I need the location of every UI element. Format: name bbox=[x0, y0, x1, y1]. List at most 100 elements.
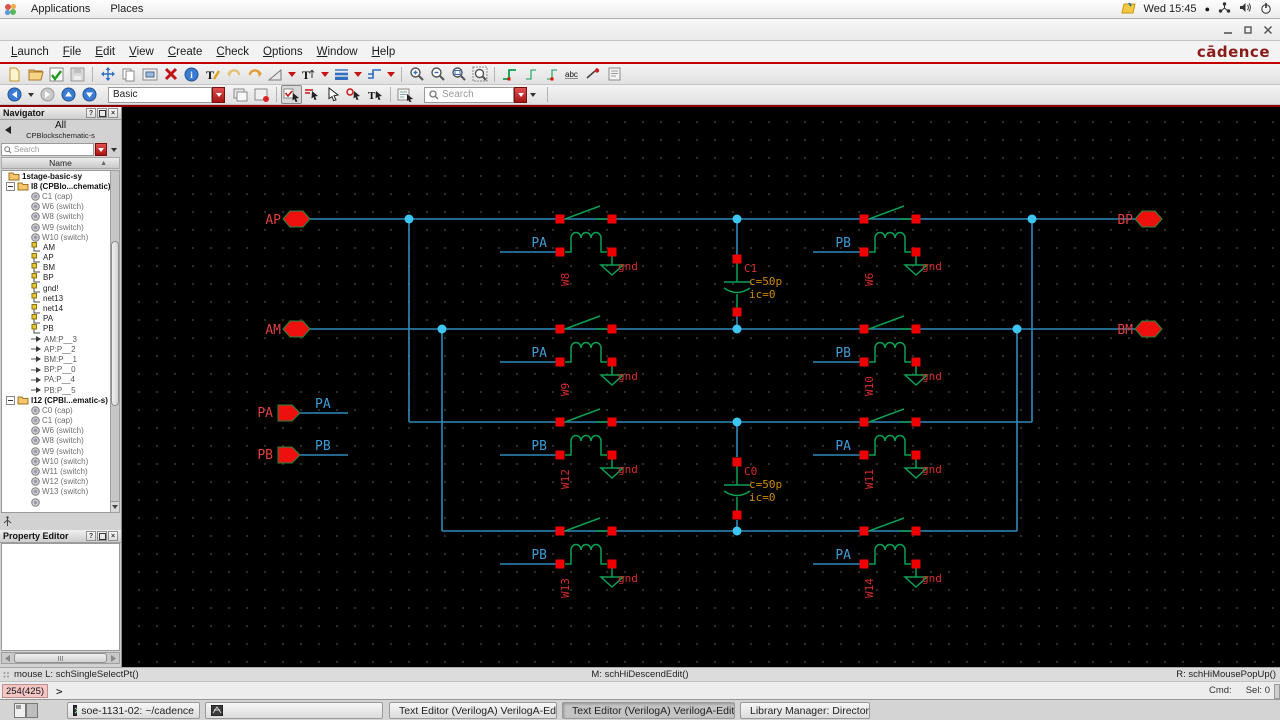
port-AP[interactable]: AP bbox=[265, 210, 311, 228]
probe-select-icon[interactable] bbox=[344, 85, 365, 104]
tree-item[interactable]: BM:P__1 bbox=[2, 354, 110, 364]
tree-item[interactable]: C0 (cap) bbox=[2, 405, 110, 415]
text-style-icon[interactable]: T bbox=[298, 65, 319, 84]
create-note-icon[interactable] bbox=[604, 65, 625, 84]
tree-item[interactable]: PB bbox=[2, 323, 110, 334]
tree-item[interactable]: C1 (cap) bbox=[2, 191, 110, 201]
tree-item[interactable]: W12 (switch) bbox=[2, 477, 110, 487]
network-icon[interactable] bbox=[1218, 2, 1231, 16]
create-label-icon[interactable]: abc bbox=[562, 65, 583, 84]
expander-icon[interactable] bbox=[6, 395, 15, 405]
query-form-icon[interactable] bbox=[395, 85, 416, 104]
tree-item[interactable]: net14 bbox=[2, 303, 110, 314]
tree-item[interactable]: W9 (switch) bbox=[2, 446, 110, 456]
port-PA-input[interactable]: PA PA bbox=[257, 397, 331, 422]
tree-item[interactable]: W8 (switch) bbox=[2, 212, 110, 222]
tree-item[interactable]: AM bbox=[2, 242, 110, 252]
point-select-icon[interactable] bbox=[323, 85, 344, 104]
tree-item[interactable]: 1stage-basic-sy bbox=[2, 171, 110, 181]
tree-item[interactable]: PB:P__5 bbox=[2, 385, 110, 395]
tree-item[interactable] bbox=[2, 497, 110, 507]
create-pin-icon[interactable] bbox=[583, 65, 604, 84]
stretch-icon[interactable] bbox=[97, 65, 118, 84]
tree-item[interactable]: PA bbox=[2, 313, 110, 324]
text-style-dropdown-icon[interactable] bbox=[321, 71, 329, 77]
create-bus-icon[interactable] bbox=[541, 65, 562, 84]
clock[interactable]: Wed 15:45 bbox=[1144, 3, 1197, 15]
tree-item[interactable]: W6 (switch) bbox=[2, 426, 110, 436]
search-options-dropdown-icon[interactable] bbox=[530, 92, 536, 97]
down-hierarchy-icon[interactable] bbox=[79, 85, 100, 104]
scroll-down-icon[interactable] bbox=[111, 501, 119, 512]
copy-icon[interactable] bbox=[118, 65, 139, 84]
angle-dropdown-icon[interactable] bbox=[288, 71, 296, 77]
taskbar-window-library-manager[interactable]: Library Manager: Directory ...rt/hom... bbox=[740, 702, 870, 719]
menu-create[interactable]: Create bbox=[161, 46, 210, 58]
zoom-fit-icon[interactable] bbox=[469, 65, 490, 84]
check-save-icon[interactable] bbox=[46, 65, 67, 84]
property-editor-header[interactable]: Property Editor ? × bbox=[0, 530, 121, 543]
partial-select-icon[interactable] bbox=[302, 85, 323, 104]
float-icon[interactable] bbox=[97, 531, 107, 541]
tree-item[interactable]: I12 (CPBl...ematic-s) bbox=[2, 395, 110, 405]
power-icon[interactable] bbox=[1260, 2, 1272, 17]
create-instance-icon[interactable] bbox=[139, 65, 160, 84]
maximize-icon[interactable] bbox=[1242, 24, 1254, 36]
tree-item[interactable]: BP bbox=[2, 272, 110, 283]
port-AM[interactable]: AM bbox=[265, 320, 311, 338]
tree-item[interactable]: W10 (switch) bbox=[2, 456, 110, 466]
redo-icon[interactable] bbox=[244, 65, 265, 84]
route-style-icon[interactable] bbox=[364, 65, 385, 84]
navigator-filter-dropdown-icon[interactable] bbox=[111, 147, 117, 152]
float-icon[interactable] bbox=[97, 108, 107, 118]
menu-window[interactable]: Window bbox=[310, 46, 365, 58]
menu-launch[interactable]: Launch bbox=[4, 46, 56, 58]
view-mode-select[interactable]: Basic bbox=[108, 86, 212, 103]
command-prompt[interactable]: > bbox=[56, 685, 63, 698]
new-cellview-icon[interactable] bbox=[4, 65, 25, 84]
help-icon[interactable]: ? bbox=[86, 108, 96, 118]
back-dropdown-icon[interactable] bbox=[28, 92, 34, 97]
help-icon[interactable]: ? bbox=[86, 531, 96, 541]
tree-item[interactable]: AM:P__3 bbox=[2, 334, 110, 344]
wire-width-dropdown-icon[interactable] bbox=[354, 71, 362, 77]
tree-item[interactable]: C1 (cap) bbox=[2, 416, 110, 426]
hscrollbar-thumb[interactable] bbox=[14, 653, 107, 663]
minimize-icon[interactable] bbox=[1222, 24, 1234, 36]
undo-icon[interactable] bbox=[223, 65, 244, 84]
capacitor-C1[interactable]: C1 c=50p ic=0 bbox=[723, 254, 782, 317]
angle-mode-icon[interactable] bbox=[265, 65, 286, 84]
tree-item[interactable]: W8 (switch) bbox=[2, 436, 110, 446]
scrollbar-thumb[interactable] bbox=[111, 241, 119, 406]
tree-item[interactable]: AP bbox=[2, 252, 110, 263]
port-BM[interactable]: BM bbox=[1117, 320, 1163, 338]
expander-icon[interactable] bbox=[6, 181, 15, 191]
forward-icon[interactable] bbox=[37, 85, 58, 104]
search-input[interactable]: Search bbox=[424, 86, 514, 103]
workspace-switcher[interactable] bbox=[14, 703, 38, 718]
tree-item[interactable]: I8 (CPBlo...chematic) bbox=[2, 181, 110, 191]
scroll-left-icon[interactable] bbox=[2, 653, 13, 663]
sheet-badge-icon[interactable] bbox=[251, 85, 272, 104]
open-icon[interactable] bbox=[25, 65, 46, 84]
menu-applications[interactable]: Applications bbox=[21, 0, 100, 18]
edit-labels-icon[interactable]: T bbox=[202, 65, 223, 84]
properties-icon[interactable]: i bbox=[181, 65, 202, 84]
switch-W9[interactable]: W9 PA gnd bbox=[531, 315, 638, 396]
up-hierarchy-icon[interactable] bbox=[58, 85, 79, 104]
port-BP[interactable]: BP bbox=[1117, 210, 1163, 228]
property-editor-hscrollbar[interactable] bbox=[1, 652, 120, 664]
menu-check[interactable]: Check bbox=[209, 46, 256, 58]
switch-W12[interactable]: W12 PB gnd bbox=[531, 408, 638, 489]
zoom-out-icon[interactable] bbox=[427, 65, 448, 84]
menu-view[interactable]: View bbox=[122, 46, 161, 58]
taskbar-window-app[interactable] bbox=[205, 702, 383, 719]
name-column-header[interactable]: Name ▲ bbox=[1, 157, 120, 169]
scroll-right-icon[interactable] bbox=[108, 653, 119, 663]
route-style-dropdown-icon[interactable] bbox=[387, 71, 395, 77]
notes-icon[interactable] bbox=[1120, 1, 1136, 17]
tree-item[interactable]: BM bbox=[2, 262, 110, 273]
navigator-search-dropdown[interactable] bbox=[95, 143, 107, 156]
switch-W8[interactable]: W8 PA gnd bbox=[531, 205, 638, 286]
tree-item[interactable]: W9 (switch) bbox=[2, 222, 110, 232]
